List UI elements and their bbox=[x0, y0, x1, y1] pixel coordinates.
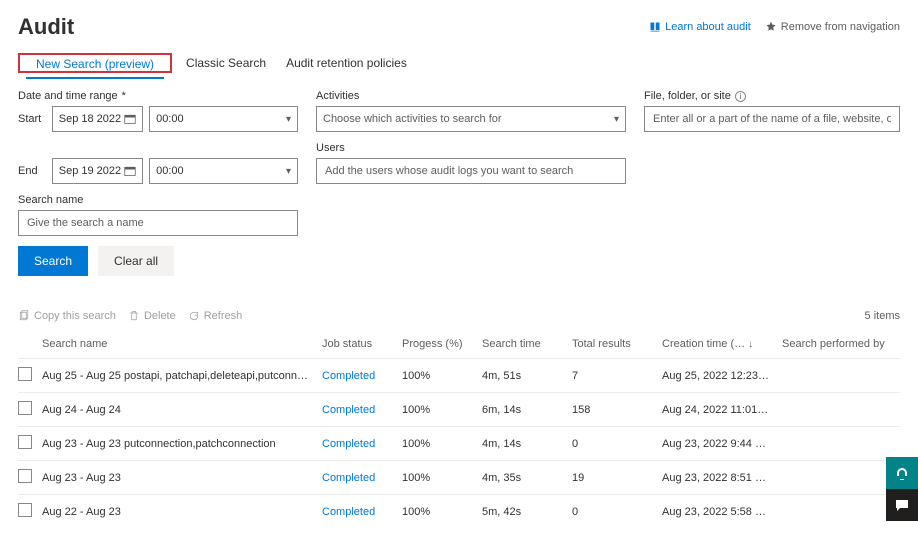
chevron-down-icon: ▾ bbox=[614, 114, 619, 125]
end-date-input[interactable]: Sep 19 2022 bbox=[52, 158, 143, 184]
delete-button[interactable]: Delete bbox=[128, 310, 176, 322]
cell-progress: 100% bbox=[402, 404, 482, 416]
users-label: Users bbox=[316, 142, 626, 154]
cell-status: Completed bbox=[322, 370, 402, 382]
feedback-float-button[interactable] bbox=[886, 489, 918, 521]
start-label: Start bbox=[18, 113, 46, 125]
cell-results: 158 bbox=[572, 404, 662, 416]
copy-search-button[interactable]: Copy this search bbox=[18, 310, 116, 322]
date-range-label: Date and time range bbox=[18, 90, 298, 102]
row-checkbox[interactable] bbox=[18, 503, 32, 517]
row-checkbox[interactable] bbox=[18, 469, 32, 483]
cell-name: Aug 24 - Aug 24 bbox=[42, 404, 322, 416]
highlight-box: New Search (preview) bbox=[18, 53, 172, 73]
row-checkbox[interactable] bbox=[18, 367, 32, 381]
unpin-icon bbox=[765, 21, 777, 33]
tab-classic-search[interactable]: Classic Search bbox=[176, 50, 276, 76]
remove-from-nav-link[interactable]: Remove from navigation bbox=[765, 21, 900, 33]
cell-name: Aug 23 - Aug 23 bbox=[42, 472, 322, 484]
chevron-down-icon: ▾ bbox=[286, 114, 291, 125]
feedback-icon bbox=[894, 497, 910, 513]
cell-created: Aug 23, 2022 5:58 … bbox=[662, 506, 782, 518]
cell-progress: 100% bbox=[402, 472, 482, 484]
end-label: End bbox=[18, 165, 46, 177]
headset-icon bbox=[894, 465, 910, 481]
book-icon bbox=[649, 21, 661, 33]
cell-created: Aug 23, 2022 8:51 … bbox=[662, 472, 782, 484]
file-folder-input[interactable] bbox=[644, 106, 900, 132]
cell-created: Aug 25, 2022 12:23… bbox=[662, 370, 782, 382]
items-count: 5 items bbox=[865, 310, 900, 322]
file-folder-label: File, folder, or site i bbox=[644, 90, 900, 102]
calendar-icon bbox=[124, 165, 136, 177]
refresh-button[interactable]: Refresh bbox=[188, 310, 243, 322]
cell-time: 4m, 35s bbox=[482, 472, 572, 484]
info-icon[interactable]: i bbox=[735, 91, 746, 102]
cell-time: 4m, 51s bbox=[482, 370, 572, 382]
tabs: New Search (preview) Classic Search Audi… bbox=[18, 50, 900, 76]
col-performed-by[interactable]: Search performed by bbox=[782, 338, 892, 350]
results-table: Search name Job status Progess (%) Searc… bbox=[18, 330, 900, 528]
col-progress[interactable]: Progess (%) bbox=[402, 338, 482, 350]
cell-status: Completed bbox=[322, 472, 402, 484]
cell-created: Aug 24, 2022 11:01… bbox=[662, 404, 782, 416]
table-row[interactable]: Aug 22 - Aug 23Completed100%5m, 42s0Aug … bbox=[18, 494, 900, 528]
cell-time: 6m, 14s bbox=[482, 404, 572, 416]
row-checkbox[interactable] bbox=[18, 435, 32, 449]
cell-results: 0 bbox=[572, 506, 662, 518]
cell-results: 7 bbox=[572, 370, 662, 382]
search-name-input[interactable] bbox=[18, 210, 298, 236]
col-search-name[interactable]: Search name bbox=[42, 338, 322, 350]
col-creation-time[interactable]: Creation time (… ↓ bbox=[662, 338, 782, 350]
activities-select[interactable]: Choose which activities to search for ▾ bbox=[316, 106, 626, 132]
col-total-results[interactable]: Total results bbox=[572, 338, 662, 350]
sort-desc-icon: ↓ bbox=[748, 339, 753, 350]
chevron-down-icon: ▾ bbox=[286, 166, 291, 177]
col-job-status[interactable]: Job status bbox=[322, 338, 402, 350]
col-search-time[interactable]: Search time bbox=[482, 338, 572, 350]
learn-about-audit-link[interactable]: Learn about audit bbox=[649, 21, 751, 33]
clear-all-button[interactable]: Clear all bbox=[98, 246, 174, 276]
cell-progress: 100% bbox=[402, 438, 482, 450]
refresh-icon bbox=[188, 310, 200, 322]
cell-status: Completed bbox=[322, 506, 402, 518]
cell-name: Aug 22 - Aug 23 bbox=[42, 506, 322, 518]
end-time-select[interactable]: 00:00 ▾ bbox=[149, 158, 298, 184]
cell-results: 19 bbox=[572, 472, 662, 484]
cell-created: Aug 23, 2022 9:44 … bbox=[662, 438, 782, 450]
table-row[interactable]: Aug 23 - Aug 23Completed100%4m, 35s19Aug… bbox=[18, 460, 900, 494]
cell-results: 0 bbox=[572, 438, 662, 450]
start-time-select[interactable]: 00:00 ▾ bbox=[149, 106, 298, 132]
search-name-label: Search name bbox=[18, 194, 298, 206]
table-row[interactable]: Aug 25 - Aug 25 postapi, patchapi,delete… bbox=[18, 358, 900, 392]
search-button[interactable]: Search bbox=[18, 246, 88, 276]
copy-icon bbox=[18, 310, 30, 322]
calendar-icon bbox=[124, 113, 136, 125]
help-float-button[interactable] bbox=[886, 457, 918, 489]
trash-icon bbox=[128, 310, 140, 322]
page-title: Audit bbox=[18, 14, 74, 40]
cell-name: Aug 25 - Aug 25 postapi, patchapi,delete… bbox=[42, 370, 322, 382]
tab-retention-policies[interactable]: Audit retention policies bbox=[276, 50, 417, 76]
tab-new-search[interactable]: New Search (preview) bbox=[26, 51, 164, 79]
start-date-input[interactable]: Sep 18 2022 bbox=[52, 106, 143, 132]
users-input[interactable] bbox=[316, 158, 626, 184]
row-checkbox[interactable] bbox=[18, 401, 32, 415]
activities-label: Activities bbox=[316, 90, 626, 102]
cell-status: Completed bbox=[322, 438, 402, 450]
table-row[interactable]: Aug 23 - Aug 23 putconnection,patchconne… bbox=[18, 426, 900, 460]
cell-time: 5m, 42s bbox=[482, 506, 572, 518]
cell-status: Completed bbox=[322, 404, 402, 416]
cell-time: 4m, 14s bbox=[482, 438, 572, 450]
cell-progress: 100% bbox=[402, 506, 482, 518]
cell-progress: 100% bbox=[402, 370, 482, 382]
table-row[interactable]: Aug 24 - Aug 24Completed100%6m, 14s158Au… bbox=[18, 392, 900, 426]
cell-name: Aug 23 - Aug 23 putconnection,patchconne… bbox=[42, 438, 322, 450]
